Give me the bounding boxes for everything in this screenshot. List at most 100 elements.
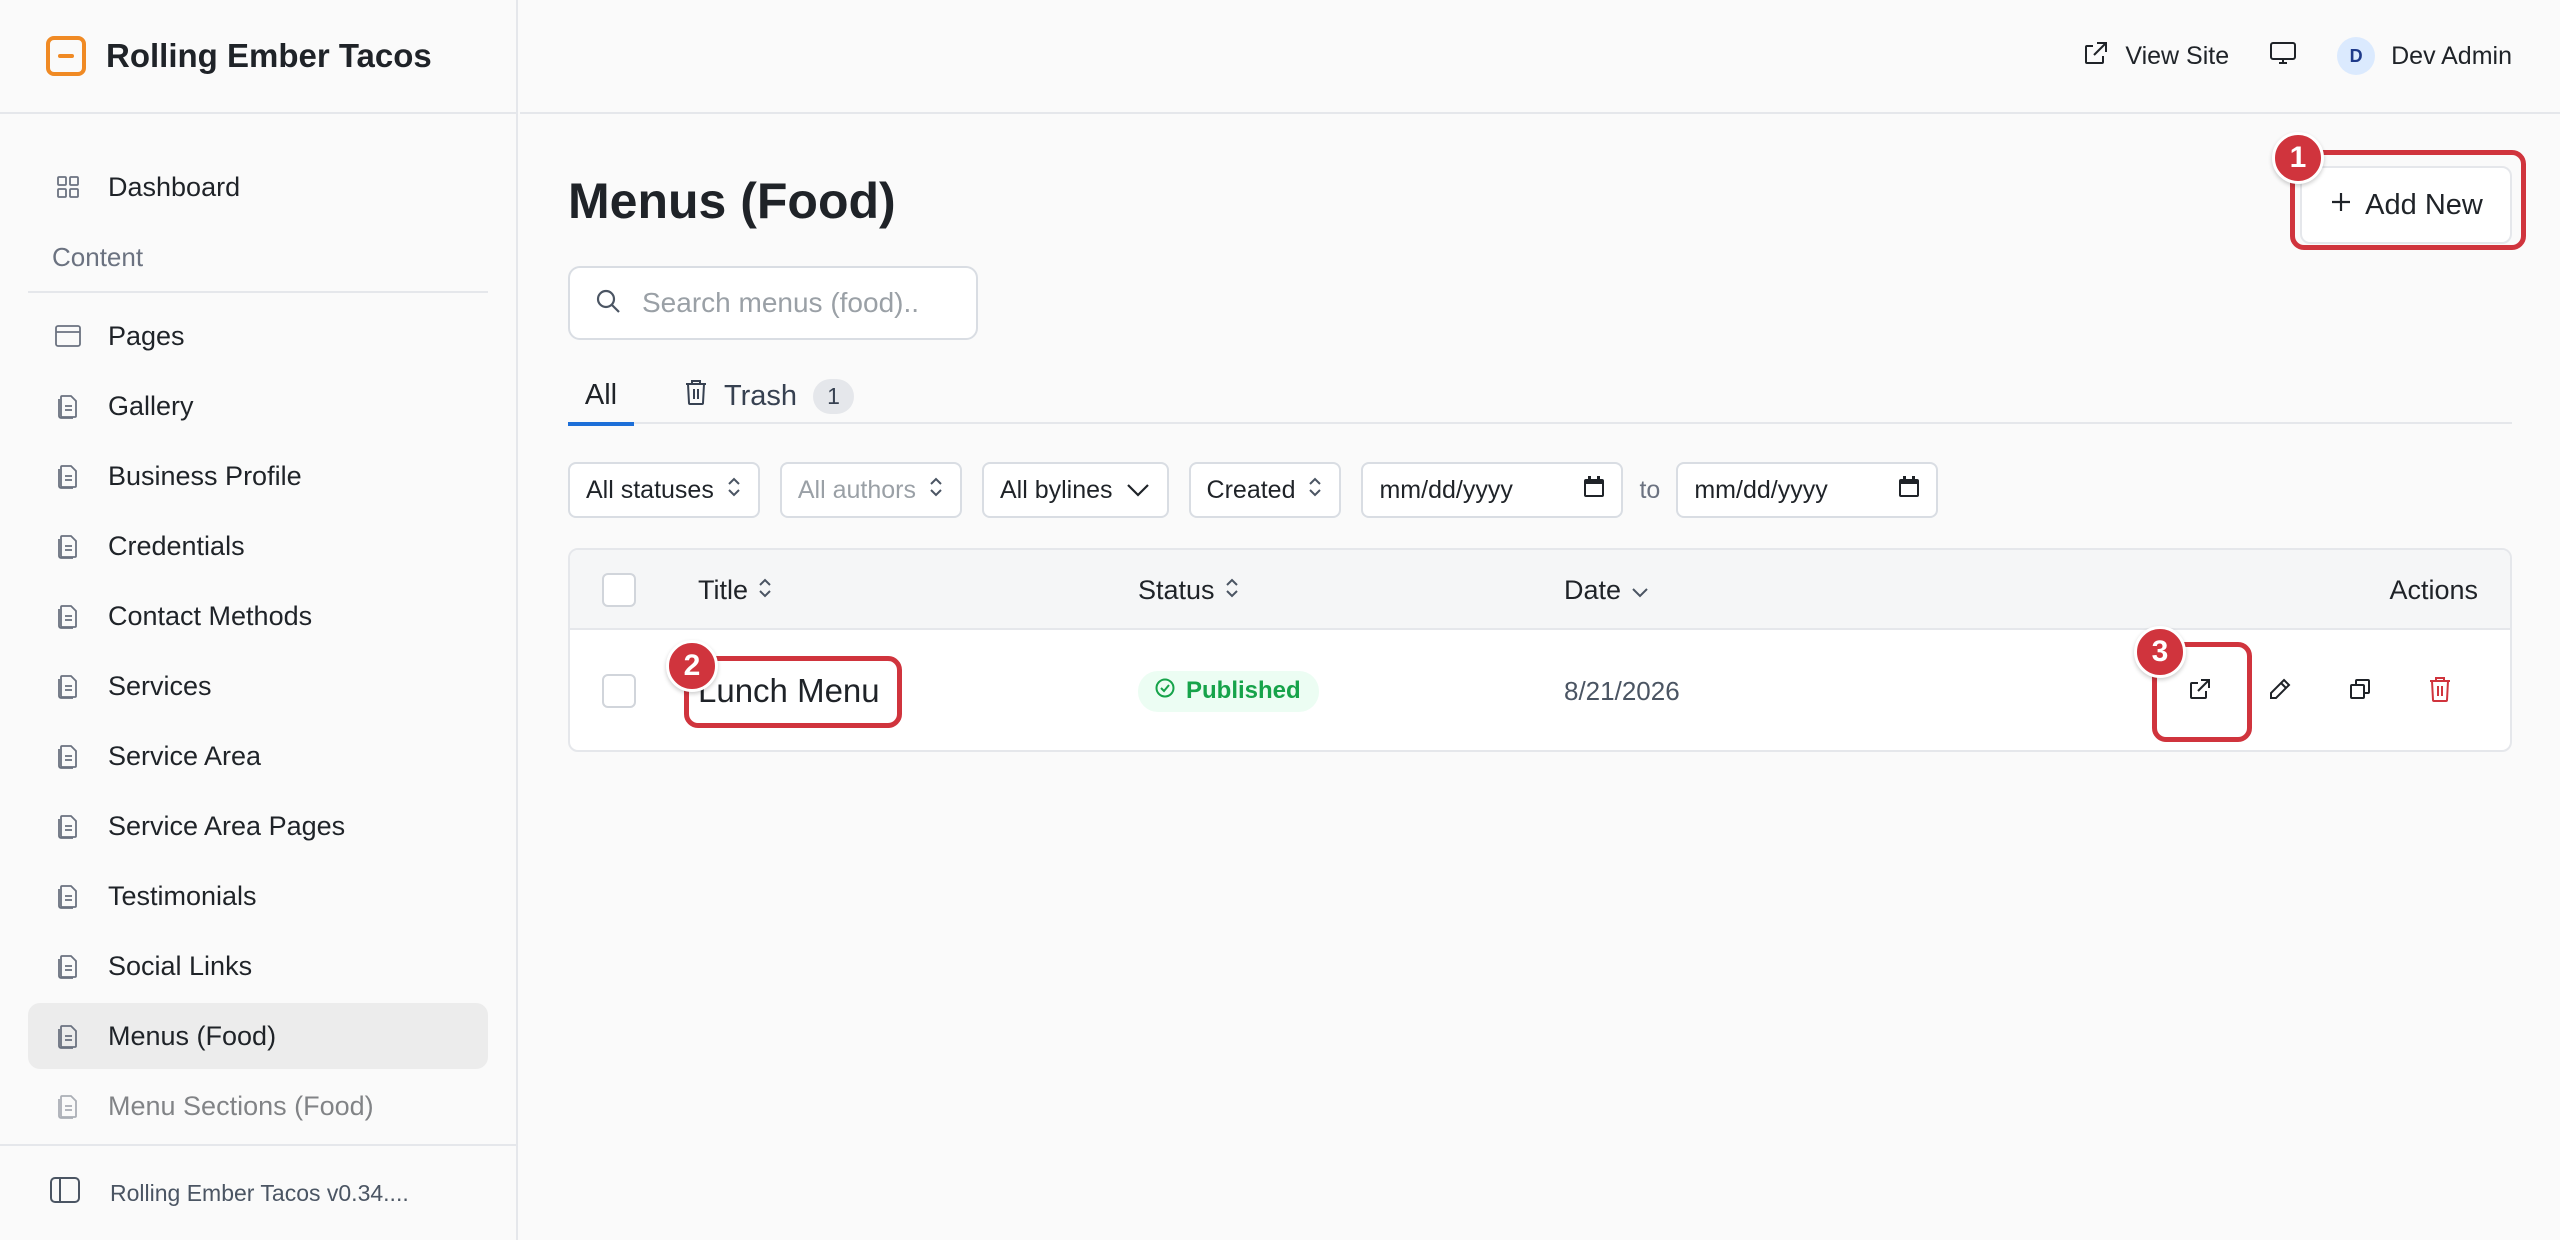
grid-icon [54,173,82,201]
document-icon [54,392,82,420]
document-icon [54,952,82,980]
document-icon [54,812,82,840]
search-input[interactable] [640,286,960,320]
add-new-button[interactable]: Add New [2300,166,2512,244]
row-actions [2252,630,2308,750]
user-name: Dev Admin [2391,41,2512,70]
sidebar-item-contact-methods[interactable]: Contact Methods [28,583,488,649]
row-select-cell [602,630,636,750]
edit-button[interactable] [2252,663,2308,719]
brand[interactable]: Rolling Ember Tacos [0,0,516,114]
sidebar-item-label: Business Profile [108,460,302,491]
trash-icon [2428,675,2452,708]
sidebar-toggle-icon[interactable] [50,1177,80,1209]
column-date-header[interactable]: Date [1564,550,1649,630]
status-filter-select[interactable]: All statuses [568,462,760,518]
sidebar-item-social-links[interactable]: Social Links [28,933,488,999]
sidebar-item-label: Social Links [108,950,253,981]
calendar-icon [1898,475,1920,505]
sidebar-item-label: Testimonials [108,880,257,911]
row-title-cell: Lunch Menu [698,630,880,750]
sidebar-item-label: Service Area Pages [108,810,346,841]
app-version: Rolling Ember Tacos v0.34.... [110,1179,409,1206]
select-all-checkbox[interactable] [602,573,636,607]
row-title-link[interactable]: Lunch Menu [698,672,880,710]
plus-icon [2329,189,2353,222]
table-header: Title Status Date Actions [570,550,2510,630]
view-site-label: View Site [2125,41,2230,70]
sidebar-item-service-area[interactable]: Service Area [28,723,488,789]
search-box [568,266,978,340]
chevron-up-down-icon [928,475,944,506]
column-status-header[interactable]: Status [1138,550,1239,630]
column-label: Title [698,574,749,605]
date-to-input[interactable]: mm/dd/yyyy [1676,462,1939,518]
sidebar-item-menus-food[interactable]: Menus (Food) [28,1003,488,1069]
preview-device-button[interactable] [2269,40,2297,73]
tab-all[interactable]: All [568,368,634,426]
select-all-cell [602,550,636,630]
trash-count-badge: 1 [813,378,854,414]
external-link-icon [2083,40,2109,73]
sort-select[interactable]: Created [1188,462,1342,518]
sidebar-item-label: Menu Sections (Food) [108,1090,374,1121]
sidebar-item-gallery[interactable]: Gallery [28,373,488,439]
search-icon [594,287,622,320]
topbar: View Site D Dev Admin [520,0,2560,114]
sidebar-item-credentials[interactable]: Credentials [28,513,488,579]
filter-bar: All statuses All authors All bylines Cre… [568,462,1939,518]
sidebar-item-services[interactable]: Services [28,653,488,719]
sidebar-item-menu-sections-food[interactable]: Menu Sections (Food) [28,1073,488,1139]
monitor-icon [2269,40,2297,73]
status-tabs: All Trash 1 [568,368,2512,426]
sort-value: Created [1206,475,1296,504]
pencil-icon [2268,677,2292,706]
delete-button[interactable] [2412,663,2468,719]
tab-trash[interactable]: Trash 1 [684,368,854,424]
column-actions-header: Actions [2389,550,2478,630]
column-label: Status [1138,574,1215,605]
table-row[interactable]: Lunch Menu Published 8/21/2026 [570,630,2510,750]
sidebar-item-label: Service Area [108,740,262,771]
byline-filter-value: All bylines [999,475,1113,504]
duplicate-button[interactable] [2332,663,2388,719]
chevron-up-down-icon [726,475,742,506]
sidebar-item-service-area-pages[interactable]: Service Area Pages [28,793,488,859]
view-button[interactable] [2172,663,2228,719]
row-date: 8/21/2026 [1564,675,1680,706]
external-link-icon [2188,677,2212,706]
sidebar-item-label: Services [108,670,212,701]
author-filter-select[interactable]: All authors [779,462,962,518]
sidebar-item-pages[interactable]: Pages [28,303,488,369]
view-site-link[interactable]: View Site [2083,40,2229,73]
document-icon [54,1022,82,1050]
date-to-value: mm/dd/yyyy [1694,475,1828,504]
sidebar-nav: Dashboard Content Pages Gallery Business… [0,114,516,1139]
row-checkbox[interactable] [602,674,636,708]
row-actions [2332,630,2388,750]
tab-label: All [584,378,618,411]
sidebar-item-dashboard[interactable]: Dashboard [28,154,488,220]
document-icon [54,672,82,700]
sidebar-item-testimonials[interactable]: Testimonials [28,863,488,929]
byline-filter-select[interactable]: All bylines [981,462,1169,518]
sidebar-item-label: Gallery [108,390,194,421]
date-from-input[interactable]: mm/dd/yyyy [1361,462,1624,518]
column-title-header[interactable]: Title [698,550,772,630]
sidebar: Rolling Ember Tacos Dashboard Content Pa… [0,0,518,1240]
document-icon [54,742,82,770]
sidebar-item-business-profile[interactable]: Business Profile [28,443,488,509]
chevron-down-icon [1125,476,1151,505]
document-icon [54,602,82,630]
column-label: Date [1564,574,1622,605]
author-filter-value: All authors [797,475,916,504]
status-label: Published [1186,677,1301,704]
page-title: Menus (Food) [568,173,896,229]
tab-label: Trash [724,379,798,412]
sidebar-item-label: Credentials [108,530,245,561]
status-badge: Published [1138,670,1319,712]
document-icon [54,1092,82,1120]
chevron-up-down-icon [1307,475,1323,506]
column-label: Actions [2389,574,2478,605]
user-menu[interactable]: D Dev Admin [2337,37,2512,75]
